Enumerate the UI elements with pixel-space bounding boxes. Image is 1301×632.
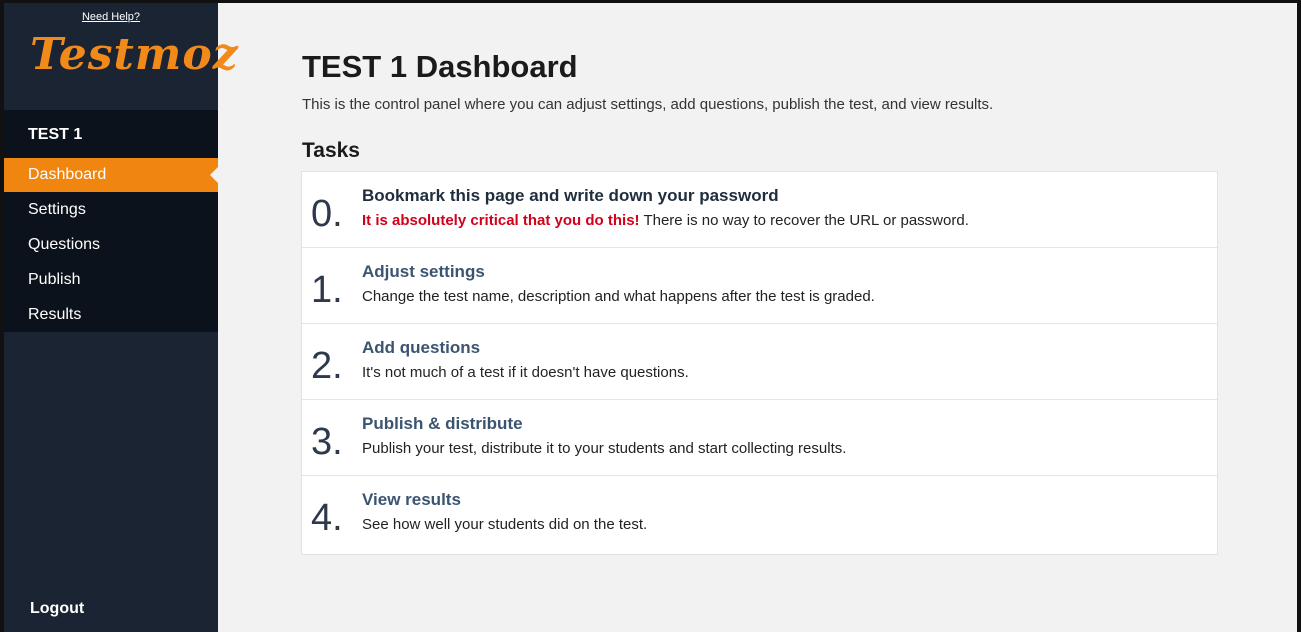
publish-distribute-link[interactable]: Publish & distribute [362,414,523,434]
tasks-heading: Tasks [302,139,360,162]
task-number: 2. [311,345,343,387]
task-number: 0. [311,193,343,235]
task-item-results: 4. View results See how well your studen… [302,476,1217,552]
task-description: Change the test name, description and wh… [362,288,875,305]
task-number: 3. [311,421,343,463]
test-name: TEST 1 [28,126,83,143]
page-title: TEST 1 Dashboard [302,49,578,84]
sidebar-item-publish[interactable]: Publish [4,263,218,297]
task-list: 0. Bookmark this page and write down you… [301,171,1218,555]
task-description: See how well your students did on the te… [362,516,648,533]
critical-warning: It is absolutely critical that you do th… [362,212,640,229]
adjust-settings-link[interactable]: Adjust settings [362,262,485,282]
need-help-link[interactable]: Need Help? [4,11,218,23]
testmoz-logo[interactable]: Testmoz [30,29,239,80]
sidebar-item-questions[interactable]: Questions [4,228,218,262]
add-questions-link[interactable]: Add questions [362,338,480,358]
task-item-questions: 2. Add questions It's not much of a test… [302,324,1217,400]
view-results-link[interactable]: View results [362,490,461,510]
task-description: Publish your test, distribute it to your… [362,440,847,457]
sidebar-nav: TEST 1 Dashboard Settings Questions Publ… [4,110,218,332]
task-description: It's not much of a test if it doesn't ha… [362,364,689,381]
task-description-text: There is no way to recover the URL or pa… [639,212,969,229]
app-frame: Need Help? Testmoz TEST 1 Dashboard Sett… [4,3,1297,632]
sidebar-item-dashboard[interactable]: Dashboard [4,158,218,192]
task-item-settings: 1. Adjust settings Change the test name,… [302,248,1217,324]
task-item-bookmark: 0. Bookmark this page and write down you… [302,172,1217,248]
sidebar-item-settings[interactable]: Settings [4,193,218,227]
task-number: 1. [311,269,343,311]
sidebar: Need Help? Testmoz TEST 1 Dashboard Sett… [4,3,238,632]
task-title: Bookmark this page and write down your p… [362,186,779,205]
logout-link[interactable]: Logout [30,600,84,618]
page-description: This is the control panel where you can … [302,96,994,113]
task-description: It is absolutely critical that you do th… [362,212,969,229]
sidebar-item-results[interactable]: Results [4,298,218,332]
task-item-publish: 3. Publish & distribute Publish your tes… [302,400,1217,476]
task-number: 4. [311,497,343,539]
